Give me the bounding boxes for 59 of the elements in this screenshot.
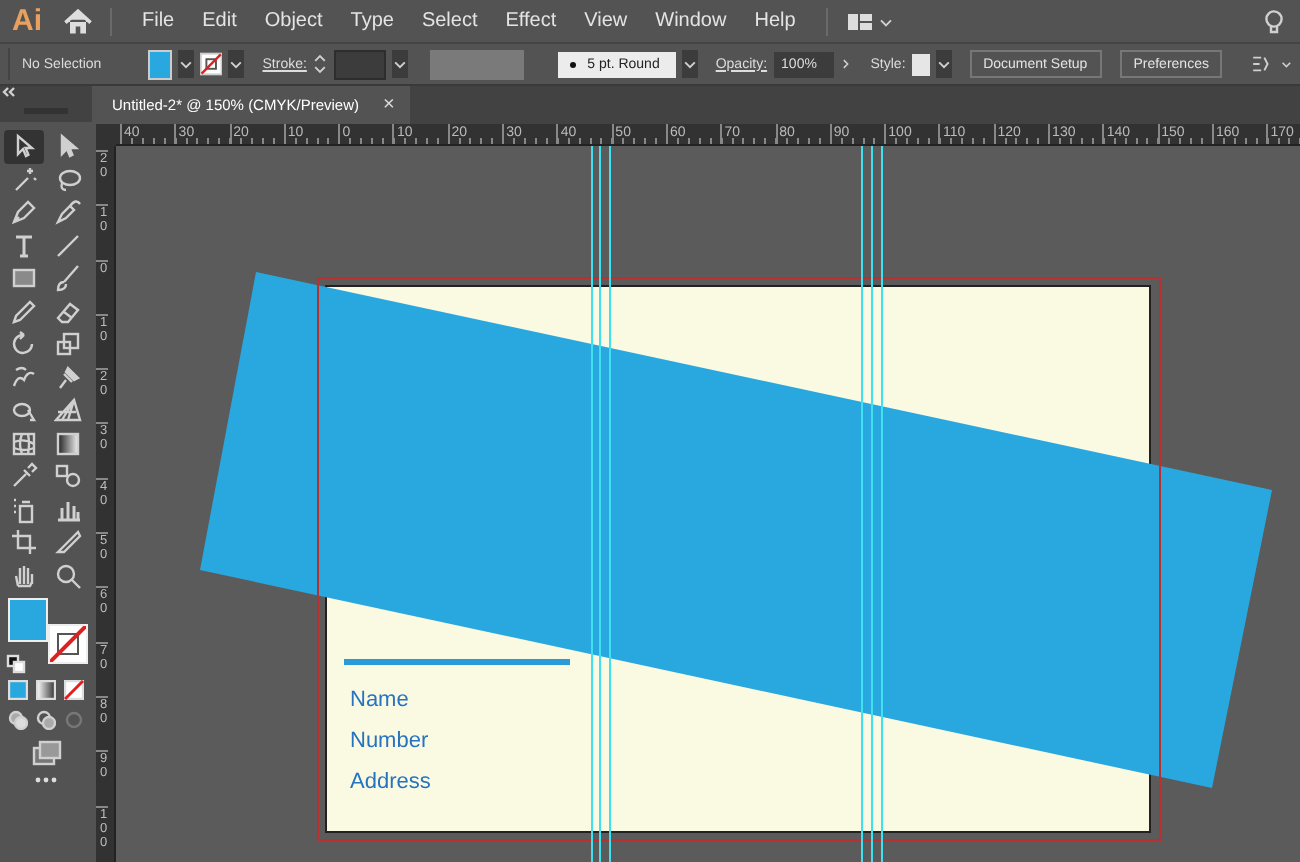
pen-icon[interactable]: [10, 198, 38, 227]
screen-mode-icon[interactable]: [31, 740, 61, 766]
artboard-icon[interactable]: [10, 528, 38, 557]
menu-item[interactable]: Object: [250, 10, 337, 32]
default-colors-icon[interactable]: [6, 654, 26, 674]
more-tools-icon[interactable]: [34, 776, 58, 784]
collapse-icon[interactable]: [0, 86, 18, 98]
type-tool-icon[interactable]: [10, 231, 38, 260]
zoom-icon[interactable]: [54, 561, 82, 590]
menu-item[interactable]: Edit: [188, 10, 251, 32]
home-icon[interactable]: [62, 5, 94, 37]
draw-normal-icon[interactable]: [8, 710, 28, 730]
card-text: Name: [350, 688, 409, 712]
menu-item[interactable]: Help: [740, 10, 810, 32]
stroke-none-swatch[interactable]: [48, 624, 88, 664]
eyedropper-icon[interactable]: [10, 462, 38, 491]
paintbrush-icon[interactable]: [54, 264, 82, 293]
graphic-style-swatch[interactable]: [911, 53, 930, 75]
card-text: Number: [350, 729, 429, 753]
mesh-icon[interactable]: [10, 429, 38, 458]
menu-item[interactable]: Type: [336, 10, 408, 32]
slice-icon[interactable]: [54, 528, 82, 557]
hand-icon[interactable]: [10, 561, 38, 590]
rotate-icon[interactable]: [10, 330, 38, 359]
stepper-icon[interactable]: [312, 50, 329, 78]
line-segment-icon[interactable]: [54, 231, 82, 260]
menu-item[interactable]: Window: [641, 10, 741, 32]
lasso-icon[interactable]: [54, 165, 82, 194]
warp-icon[interactable]: [10, 363, 38, 392]
variable-width-profile-field[interactable]: [430, 49, 524, 79]
magic-wand-icon[interactable]: [10, 165, 38, 194]
pencil-icon[interactable]: [10, 297, 38, 326]
chevron-right-icon[interactable]: [839, 54, 853, 74]
stroke-none-swatch[interactable]: [200, 50, 223, 78]
perspective-grid-icon[interactable]: [54, 396, 82, 425]
gradient-icon[interactable]: [54, 429, 82, 458]
scale-icon[interactable]: [54, 330, 82, 359]
draw-behind-icon[interactable]: [36, 710, 56, 730]
fill-color-swatch[interactable]: [8, 598, 48, 642]
gradient-mode-icon[interactable]: [36, 680, 56, 700]
slanted-band-shape[interactable]: [200, 272, 1272, 788]
curvature-pen-icon[interactable]: [54, 198, 82, 227]
lightbulb-icon[interactable]: [1260, 7, 1288, 35]
symbol-sprayer-icon[interactable]: [10, 495, 38, 524]
none-mode-icon[interactable]: [64, 680, 84, 700]
stroke-weight-field[interactable]: [334, 49, 387, 79]
menu-item[interactable]: View: [570, 10, 642, 32]
pin-icon[interactable]: [54, 363, 82, 392]
blend-icon[interactable]: [54, 462, 82, 491]
fill-swatch[interactable]: [147, 49, 173, 79]
menu-item[interactable]: Select: [407, 10, 492, 32]
app-logo: Ai: [12, 4, 42, 38]
rectangle-tool-icon[interactable]: [10, 264, 38, 293]
menu-item[interactable]: Effect: [491, 10, 571, 32]
color-mode-icon[interactable]: [8, 680, 28, 700]
menu-item[interactable]: File: [128, 10, 189, 32]
eraser-icon[interactable]: [54, 297, 82, 326]
close-tab-button[interactable]: ×: [383, 94, 395, 116]
card-text: Address: [350, 770, 431, 794]
